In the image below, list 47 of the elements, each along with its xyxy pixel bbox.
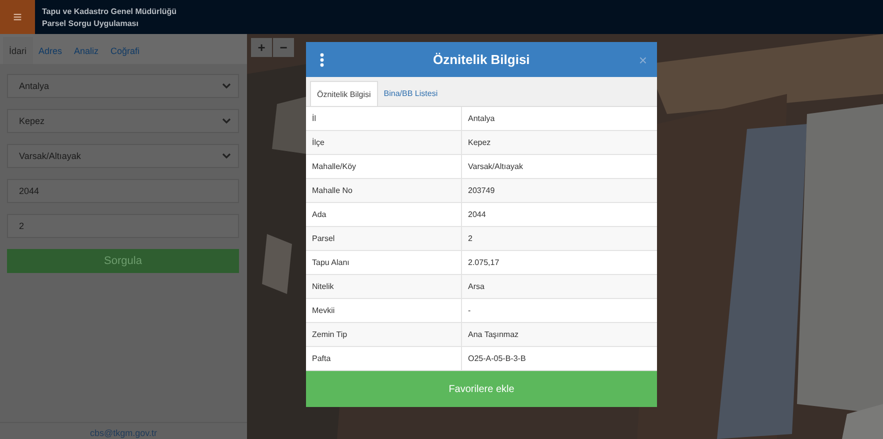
sidebar-tab[interactable]: Adres [32,37,68,64]
table-cell-text: Ana Taşınmaz [467,329,519,341]
select-field[interactable]: Kepez [7,109,239,133]
table-cell-text: 2.075,17 [467,257,500,269]
query-button[interactable]: Sorgula [7,249,239,273]
select-field[interactable]: Varsak/Altıayak [7,144,239,168]
table-cell: Tapu Alanı [306,251,462,274]
sidebar-tab[interactable]: İdari [3,37,33,64]
table-cell: Zemin Tip [306,323,462,346]
zoom-button[interactable]: + [251,38,272,57]
table-cell: Parsel [306,227,462,250]
close-button[interactable]: × [638,52,647,68]
table-cell-text: 203749 [467,185,495,197]
app-subtitle: Parsel Sorgu Uygulaması [42,18,140,28]
chevron-icon [222,83,231,89]
table-cell-text: Kepez [467,137,491,149]
table-cell: Pafta [306,347,462,370]
dialog-tab[interactable]: Öznitelik Bilgisi [310,81,378,106]
input-field[interactable]: 2044 [7,179,239,203]
table-cell-text: - [467,305,471,317]
table-cell: Mevkii [306,299,462,322]
app-title: Tapu ve Kadastro Genel Müdürlüğü [42,6,177,16]
table-cell-text: 2044 [467,209,486,221]
table-cell: Nitelik [306,275,462,298]
table-cell-text: 2 [467,233,472,245]
favorite-button[interactable]: Favorilere ekle [306,371,657,407]
menu-button[interactable]: ≡ [0,0,35,34]
sidebar-tab[interactable]: Coğrafi [104,37,146,64]
table-cell-text: O25-A-05-B-3-B [467,353,526,365]
more-icon[interactable] [320,52,324,66]
email-link[interactable]: cbs@tkgm.gov.tr [90,427,157,439]
sidebar-tab[interactable]: Analiz [68,37,105,64]
chevron-icon [222,118,231,124]
table-cell-text: Varsak/Altıayak [467,161,523,173]
dialog-title: Öznitelik Bilgisi [432,52,531,67]
table-cell: İlçe [306,131,462,154]
table-cell: Mahalle/Köy [306,155,462,178]
dialog-tab[interactable]: Bina/BB Listesi [378,81,444,106]
table-cell-text: Antalya [467,113,495,125]
table-cell: Ada [306,203,462,226]
zoom-button[interactable]: − [273,38,294,57]
chevron-icon [222,153,231,159]
table-cell: İl [306,107,462,130]
input-field[interactable]: 2 [7,214,239,238]
select-field[interactable]: Antalya [7,74,239,98]
table-cell-text: Arsa [467,281,484,293]
table-cell: Mahalle No [306,179,462,202]
